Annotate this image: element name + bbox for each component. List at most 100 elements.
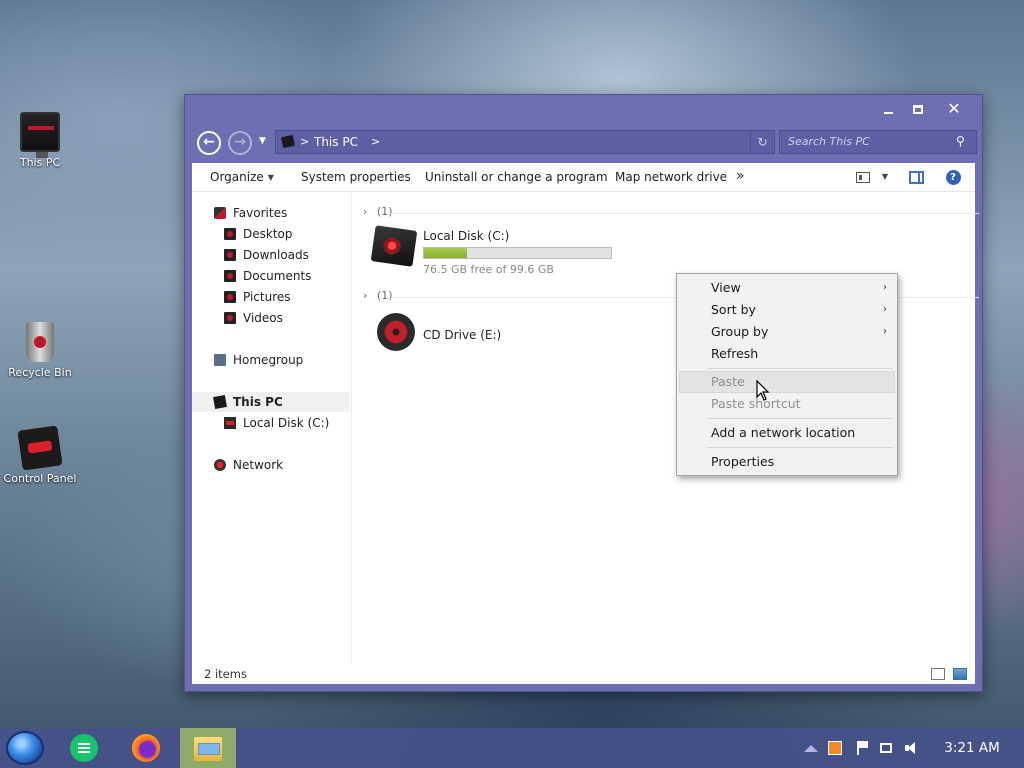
- tray-app-icon[interactable]: [828, 741, 842, 755]
- desktop-icon-recycle-bin[interactable]: Recycle Bin: [0, 322, 80, 379]
- details-view-icon[interactable]: [931, 668, 945, 680]
- nav-item-favorites[interactable]: Favorites: [192, 203, 350, 223]
- start-button[interactable]: [6, 731, 44, 765]
- menu-separator: [707, 418, 893, 419]
- this-pc-icon: [280, 134, 296, 149]
- network-status-icon[interactable]: [880, 743, 892, 753]
- organize-label: Organize: [210, 170, 264, 184]
- homegroup-icon: [214, 354, 226, 366]
- taskbar-file-explorer[interactable]: [180, 728, 236, 768]
- nav-label: Homegroup: [233, 353, 304, 367]
- preview-pane-button[interactable]: [905, 167, 927, 187]
- desktop-folder-icon: [224, 228, 236, 240]
- submenu-arrow-icon: ›: [883, 326, 887, 337]
- arrow-right-icon: →: [234, 134, 246, 150]
- submenu-arrow-icon: ›: [883, 304, 887, 315]
- nav-item-network[interactable]: Network: [192, 455, 350, 475]
- menu-item-view[interactable]: View ›: [679, 277, 895, 299]
- menu-label: Sort by: [711, 302, 756, 317]
- system-properties-button[interactable]: System properties: [301, 170, 411, 184]
- drive-name: CD Drive (E:): [423, 328, 502, 342]
- search-box[interactable]: Search This PC ⚲: [779, 130, 977, 154]
- command-bar: Organize ▼ System properties Uninstall or…: [192, 163, 975, 192]
- videos-folder-icon: [224, 312, 236, 324]
- more-commands-button[interactable]: »: [736, 168, 745, 184]
- chevron-down-icon: ▼: [259, 136, 266, 146]
- favorites-icon: [214, 207, 226, 219]
- menu-item-add-network-location[interactable]: Add a network location: [679, 422, 895, 444]
- nav-item-videos[interactable]: Videos: [192, 308, 350, 328]
- hard-disk-icon: [370, 225, 418, 267]
- desktop-icon-this-pc[interactable]: This PC: [0, 112, 80, 169]
- maximize-icon: [913, 104, 923, 114]
- control-panel-icon: [17, 425, 63, 471]
- view-options-icon: [856, 172, 870, 183]
- breadcrumb-this-pc[interactable]: This PC: [314, 135, 358, 149]
- map-network-drive-button[interactable]: Map network drive: [615, 170, 727, 184]
- breadcrumb-separator[interactable]: >: [371, 135, 380, 148]
- refresh-button[interactable]: ↻: [750, 131, 774, 153]
- uninstall-program-button[interactable]: Uninstall or change a program: [425, 170, 608, 184]
- chevron-down-icon: ▼: [267, 173, 274, 182]
- minimize-button[interactable]: [874, 99, 902, 119]
- navigation-pane: Favorites Desktop Downloads Documents Pi…: [192, 193, 352, 664]
- nav-item-documents[interactable]: Documents: [192, 266, 350, 286]
- nav-label: Documents: [243, 269, 312, 283]
- nav-label: Downloads: [243, 248, 309, 262]
- group-divider: [391, 213, 979, 214]
- volume-icon[interactable]: [904, 741, 918, 755]
- title-bar[interactable]: ✕: [185, 95, 982, 125]
- nav-item-this-pc[interactable]: This PC: [192, 392, 350, 412]
- menu-item-group-by[interactable]: Group by ›: [679, 321, 895, 343]
- nav-item-desktop[interactable]: Desktop: [192, 224, 350, 244]
- firefox-icon: [132, 734, 160, 762]
- menu-item-properties[interactable]: Properties: [679, 451, 895, 473]
- menu-item-paste-shortcut[interactable]: Paste shortcut: [679, 393, 895, 415]
- hard-disk-icon: [224, 417, 236, 429]
- refresh-icon: ↻: [757, 135, 768, 149]
- drive-usage-bar: [423, 247, 612, 259]
- desktop-icon-label: Control Panel: [3, 472, 77, 485]
- group-header[interactable]: › (1): [363, 205, 979, 221]
- notes-app-icon: [70, 734, 98, 762]
- nav-item-local-disk[interactable]: Local Disk (C:): [192, 413, 350, 433]
- group-header[interactable]: › (1): [363, 289, 979, 305]
- taskbar-clock[interactable]: 3:21 AM: [934, 728, 1010, 768]
- recent-locations-dropdown[interactable]: ▼: [259, 136, 266, 146]
- nav-label: Network: [233, 458, 284, 472]
- large-icons-view-icon[interactable]: [953, 668, 967, 680]
- nav-item-homegroup[interactable]: Homegroup: [192, 350, 350, 370]
- change-view-button[interactable]: [852, 167, 874, 187]
- action-center-flag-icon[interactable]: [856, 741, 870, 755]
- maximize-button[interactable]: [904, 99, 932, 119]
- search-icon[interactable]: ⚲: [956, 134, 968, 148]
- nav-label: Favorites: [233, 206, 288, 220]
- submenu-arrow-icon: ›: [883, 282, 887, 293]
- show-hidden-icons-icon[interactable]: [804, 745, 818, 752]
- help-button[interactable]: ?: [942, 167, 964, 187]
- file-explorer-icon: [194, 737, 222, 761]
- nav-label: Desktop: [243, 227, 293, 241]
- address-bar[interactable]: > This PC > ↻: [275, 130, 775, 154]
- this-pc-icon: [20, 112, 60, 158]
- nav-label: Pictures: [243, 290, 291, 304]
- navigation-bar: ← → ▼ > This PC > ↻ Search This PC ⚲: [195, 129, 977, 157]
- menu-label: View: [711, 280, 741, 295]
- desktop-icon-control-panel[interactable]: Control Panel: [0, 425, 80, 485]
- view-options-dropdown[interactable]: ▼: [874, 167, 896, 187]
- menu-item-paste[interactable]: Paste: [679, 371, 895, 393]
- chevron-down-icon: ▼: [881, 172, 889, 181]
- forward-button[interactable]: →: [228, 131, 252, 155]
- status-bar: 2 items: [192, 664, 975, 684]
- organize-button[interactable]: Organize ▼: [210, 170, 274, 184]
- taskbar-notes-app[interactable]: [56, 728, 112, 768]
- close-button[interactable]: ✕: [940, 99, 968, 119]
- nav-item-pictures[interactable]: Pictures: [192, 287, 350, 307]
- group-count: (1): [376, 289, 393, 302]
- menu-item-sort-by[interactable]: Sort by ›: [679, 299, 895, 321]
- menu-item-refresh[interactable]: Refresh: [679, 343, 895, 365]
- taskbar-firefox[interactable]: [118, 728, 174, 768]
- back-button[interactable]: ←: [197, 131, 221, 155]
- breadcrumb-separator[interactable]: >: [300, 135, 309, 148]
- nav-item-downloads[interactable]: Downloads: [192, 245, 350, 265]
